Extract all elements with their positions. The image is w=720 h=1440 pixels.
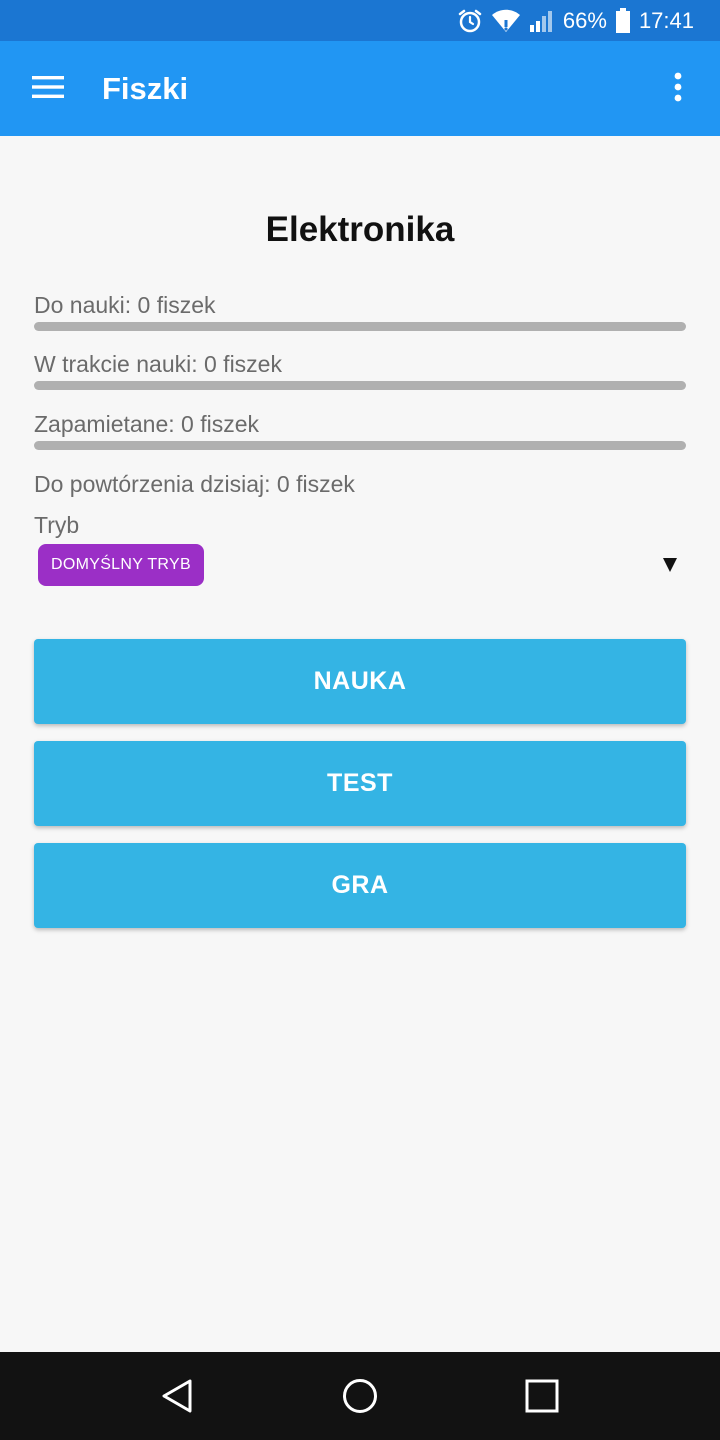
app-bar: Fiszki — [0, 41, 720, 136]
stat-to-learn-label: Do nauki: 0 fiszek — [34, 292, 216, 318]
test-button[interactable]: TEST — [34, 741, 686, 826]
recents-button[interactable] — [514, 1370, 570, 1426]
status-bar: 66% 17:41 — [0, 0, 720, 41]
mode-select[interactable]: DOMYŚLNY TRYB — [34, 540, 686, 590]
dropdown-arrow-icon — [658, 552, 682, 576]
back-icon — [160, 1378, 194, 1419]
overflow-menu-icon — [673, 72, 683, 107]
overflow-menu-button[interactable] — [656, 65, 700, 113]
game-button[interactable]: GRA — [34, 843, 686, 928]
content: Elektronika Do nauki: 0 fiszek W trakcie… — [0, 136, 720, 1352]
navigation-bar — [0, 1352, 720, 1440]
stat-in-progress-label: W trakcie nauki: 0 fiszek — [34, 351, 282, 377]
learn-button[interactable]: NAUKA — [34, 639, 686, 724]
review-today-label: Do powtórzenia dzisiaj: 0 fiszek — [34, 471, 355, 497]
wifi-icon — [491, 8, 521, 34]
stat-memorized-progress — [34, 441, 686, 450]
clock: 17:41 — [638, 7, 694, 33]
mode-label: Tryb — [34, 512, 80, 538]
menu-button[interactable] — [20, 63, 76, 115]
stat-memorized-label: Zapamietane: 0 fiszek — [34, 411, 260, 437]
battery-percent: 66% — [562, 7, 607, 33]
stat-to-learn-progress — [34, 322, 686, 331]
signal-icon — [529, 9, 555, 33]
mode-chip: DOMYŚLNY TRYB — [38, 544, 204, 586]
stat-in-progress-progress — [34, 381, 686, 390]
status-icons: 66% 17:41 — [457, 0, 694, 41]
deck-title: Elektronika — [265, 210, 455, 249]
home-icon — [341, 1377, 379, 1420]
menu-icon — [32, 75, 64, 104]
back-button[interactable] — [149, 1370, 205, 1426]
battery-icon — [615, 7, 631, 34]
recents-icon — [525, 1379, 559, 1418]
alarm-icon — [457, 8, 483, 34]
app-title: Fiszki — [102, 71, 189, 106]
home-button[interactable] — [332, 1370, 388, 1426]
